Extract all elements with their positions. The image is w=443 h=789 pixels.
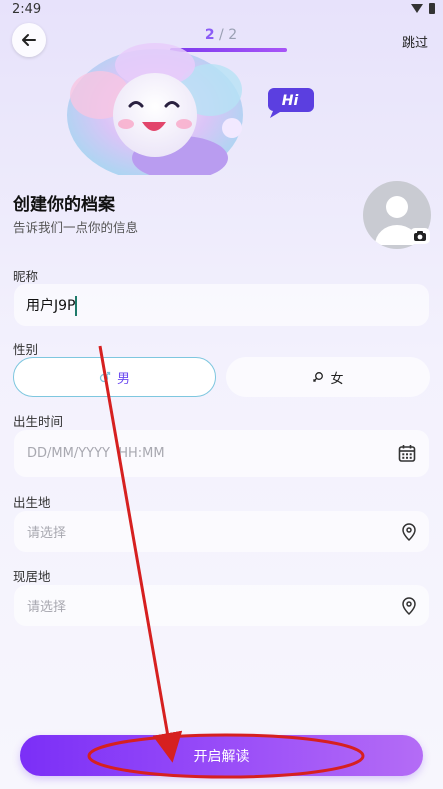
status-bar: 2:49 bbox=[0, 0, 443, 20]
page-title: 创建你的档案 bbox=[13, 195, 115, 215]
text-cursor bbox=[75, 296, 77, 316]
status-icons bbox=[411, 3, 435, 14]
hi-bubble-text: Hi bbox=[282, 93, 299, 109]
birth-place-label: 出生地 bbox=[13, 495, 51, 510]
birth-place-picker[interactable]: 请选择 bbox=[14, 511, 429, 552]
camera-button[interactable] bbox=[410, 228, 430, 244]
hi-speech-bubble: Hi bbox=[268, 88, 314, 118]
birth-place-placeholder: 请选择 bbox=[27, 526, 67, 541]
mascot-illustration bbox=[67, 43, 243, 175]
gender-label: 性别 bbox=[13, 342, 39, 357]
status-time: 2:49 bbox=[12, 2, 42, 17]
location-pin-icon bbox=[402, 522, 416, 541]
gender-female-button[interactable]: 女 bbox=[226, 357, 430, 397]
current-place-placeholder: 请选择 bbox=[27, 600, 67, 615]
camera-icon bbox=[414, 231, 426, 241]
start-reading-button[interactable]: 开启解读 bbox=[20, 735, 423, 776]
start-reading-label: 开启解读 bbox=[193, 748, 250, 765]
male-symbol-icon bbox=[99, 371, 111, 383]
birth-time-picker[interactable]: DD/MM/YYYY HH:MM bbox=[14, 430, 429, 477]
female-symbol-icon bbox=[313, 371, 324, 382]
back-button[interactable] bbox=[12, 23, 46, 57]
gender-male-button[interactable]: 男 bbox=[13, 357, 216, 397]
birth-time-placeholder: DD/MM/YYYY HH:MM bbox=[27, 446, 165, 461]
calendar-icon bbox=[398, 445, 416, 462]
battery-icon bbox=[429, 3, 435, 14]
location-pin-icon bbox=[402, 596, 416, 615]
gender-female-label: 女 bbox=[330, 371, 344, 387]
skip-button[interactable]: 跳过 bbox=[402, 32, 428, 51]
wifi-icon bbox=[411, 4, 423, 13]
current-place-label: 现居地 bbox=[13, 569, 51, 584]
gender-male-label: 男 bbox=[116, 371, 130, 387]
arrow-left-icon bbox=[22, 34, 36, 46]
nickname-label: 昵称 bbox=[13, 269, 39, 284]
birth-time-label: 出生时间 bbox=[13, 414, 64, 429]
page-subtitle: 告诉我们一点你的信息 bbox=[13, 220, 139, 235]
current-place-picker[interactable]: 请选择 bbox=[14, 585, 429, 626]
